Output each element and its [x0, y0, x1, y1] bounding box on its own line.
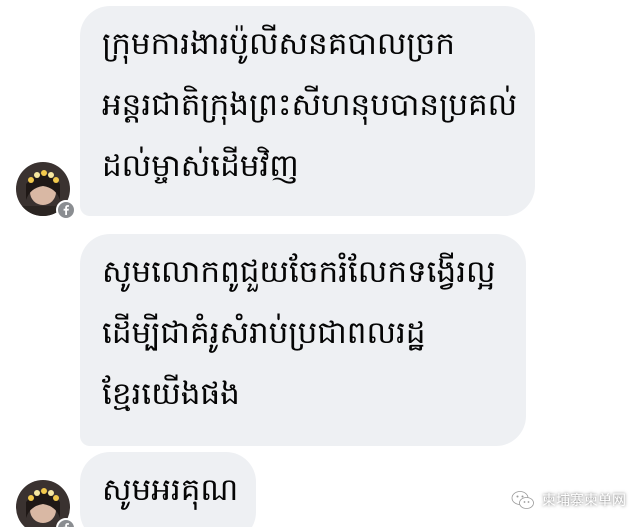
watermark: 柬埔寨柬单网 [510, 487, 626, 513]
facebook-icon [56, 518, 76, 527]
message-bubble[interactable]: ក្រុមការងារប៉ូលីសនគបាលច្រក អន្តរជាតិក្រុ… [80, 6, 535, 216]
wechat-icon [511, 491, 534, 509]
message-line: ក្រុមការងារប៉ូលីសនគបាលច្រក [102, 26, 455, 62]
message-line: ដើម្បីជាគំរូសំរាប់ប្រជាពលរដ្ឋ [102, 315, 426, 351]
message-bubble[interactable]: សូមអរគុណ [80, 452, 256, 527]
message-line: ដល់ម្ចាស់ដើមវិញ [102, 148, 299, 184]
message-line: សូមលោកពូជួយចែករំលែកទង្វើរល្អ [102, 254, 496, 290]
message-line: សូមអរគុណ [102, 472, 239, 508]
message-line: ខ្មែរយើងផង [102, 376, 240, 412]
message-bubble[interactable]: សូមលោកពូជួយចែករំលែកទង្វើរល្អ ដើម្បីជាគំរ… [80, 234, 526, 446]
watermark-text: 柬埔寨柬单网 [542, 493, 626, 509]
message-line: អន្តរជាតិក្រុងព្រះសីហនុបបានប្រគល់ [102, 87, 518, 123]
facebook-icon [56, 200, 76, 220]
sender-avatar[interactable] [16, 480, 76, 527]
sender-avatar[interactable] [16, 162, 76, 220]
